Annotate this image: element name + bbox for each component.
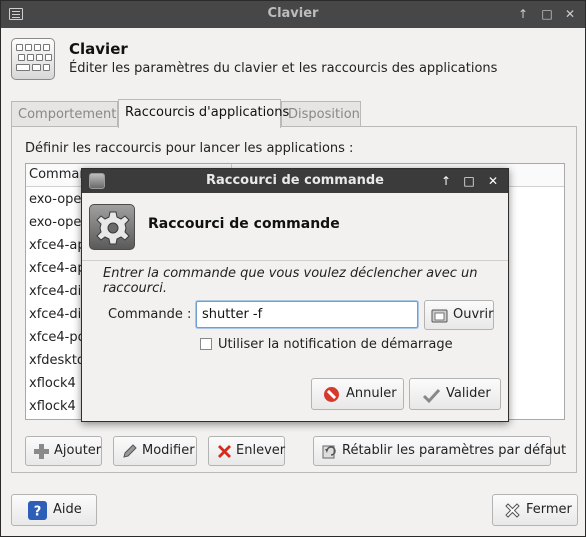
maximize-icon[interactable]: □	[539, 6, 555, 22]
reset-defaults-label: Rétablir les paramètres par défaut	[342, 443, 567, 458]
list-item[interactable]: xfce4-ap	[29, 238, 86, 253]
list-item[interactable]: exo-oper	[29, 215, 87, 230]
tab-application-shortcuts[interactable]: Raccourcis d'applications	[118, 99, 289, 128]
cancel-button[interactable]: Annuler	[311, 378, 404, 410]
dialog-header: Raccourci de commande	[82, 193, 508, 261]
help-icon: ?	[28, 501, 47, 520]
open-button-label: Ouvrir	[453, 307, 494, 322]
revert-icon	[322, 445, 336, 459]
reset-defaults-button[interactable]: Rétablir les paramètres par défaut	[313, 436, 566, 466]
open-button[interactable]: Ouvrir	[424, 300, 494, 330]
close-button[interactable]: Fermer	[492, 494, 578, 526]
ok-button[interactable]: Valider	[409, 378, 501, 410]
keyboard-icon	[11, 38, 55, 80]
window-header: Clavier Éditer les paramètres du clavier…	[1, 28, 585, 90]
list-item[interactable]: exo-oper	[29, 192, 87, 207]
svg-text:?: ?	[34, 505, 42, 520]
window-titlebar[interactable]: Clavier ↑ □ ✕	[1, 1, 585, 28]
help-button[interactable]: ? Aide	[11, 494, 97, 526]
close-button-label: Fermer	[526, 502, 572, 517]
keep-above-icon[interactable]: ↑	[515, 6, 531, 22]
edit-button[interactable]: Modifier	[113, 436, 197, 466]
dialog-header-title: Raccourci de commande	[148, 216, 340, 232]
list-item[interactable]: xflock4	[29, 399, 76, 414]
command-shortcut-dialog: Raccourci de commande ↑ □ ✕ Raccourci de…	[81, 168, 509, 422]
add-button[interactable]: Ajouter	[25, 436, 102, 466]
remove-icon	[218, 445, 231, 458]
window-title: Clavier	[267, 6, 319, 21]
dialog-titlebar[interactable]: Raccourci de commande ↑ □ ✕	[82, 169, 508, 193]
command-label: Commande :	[108, 307, 192, 322]
shortcuts-label: Définir les raccourcis pour lancer les a…	[25, 141, 354, 156]
list-item[interactable]: xfce4-po	[29, 330, 86, 345]
gear-icon	[89, 204, 135, 250]
tab-behavior[interactable]: Comportement	[11, 101, 118, 127]
close-x-icon	[505, 503, 520, 518]
header-subtitle: Éditer les paramètres du clavier et les …	[69, 61, 498, 76]
add-button-label: Ajouter	[54, 443, 102, 458]
command-input[interactable]	[196, 301, 418, 328]
list-item[interactable]: xfce4-dis	[29, 307, 88, 322]
command-column-label: Comman	[29, 167, 88, 182]
header-title: Clavier	[69, 40, 128, 58]
remove-button-label: Enlever	[236, 443, 286, 458]
checkmark-icon	[423, 388, 440, 404]
remove-button[interactable]: Enlever	[208, 436, 285, 466]
dialog-keep-above-icon[interactable]: ↑	[438, 173, 454, 189]
list-item[interactable]: xfce4-ap	[29, 261, 86, 276]
dialog-instruction: Entrer la commande que vous voulez décle…	[103, 266, 478, 296]
list-item[interactable]: xfdeskto	[29, 353, 85, 368]
list-item[interactable]: xfce4-dis	[29, 284, 88, 299]
pencil-icon	[123, 444, 137, 458]
edit-button-label: Modifier	[142, 443, 195, 458]
ok-button-label: Valider	[446, 386, 491, 401]
dialog-close-icon[interactable]: ✕	[485, 173, 501, 189]
startup-notification-checkbox[interactable]	[200, 338, 212, 350]
dialog-maximize-icon[interactable]: □	[461, 173, 477, 189]
close-icon[interactable]: ✕	[562, 6, 578, 22]
list-item[interactable]: xflock4	[29, 376, 76, 391]
tab-layout[interactable]: Disposition	[281, 101, 361, 127]
folder-open-icon	[431, 309, 448, 323]
cancel-button-label: Annuler	[346, 386, 397, 401]
startup-notification-label[interactable]: Utiliser la notification de démarrage	[218, 337, 453, 352]
cancel-icon	[324, 387, 339, 402]
add-icon	[34, 444, 49, 459]
help-button-label: Aide	[53, 502, 82, 517]
